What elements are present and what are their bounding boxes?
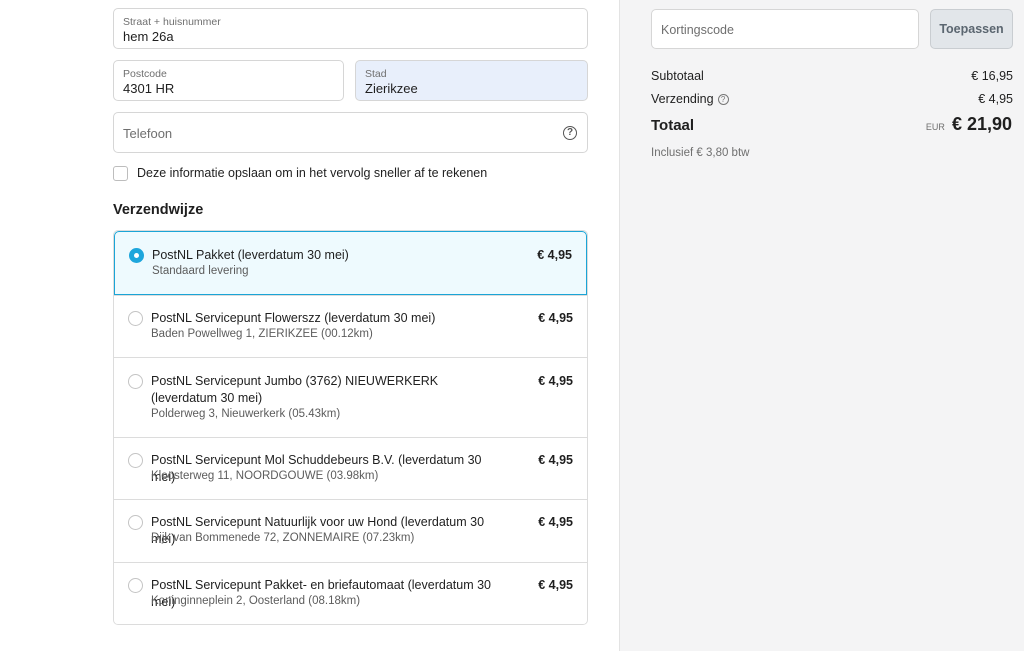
street-label: Straat + huisnummer [123,16,221,28]
street-value: hem 26a [123,29,174,44]
apply-discount-button[interactable]: Toepassen [930,9,1013,49]
shipping-option-detail: Koninginneplein 2, Oosterland (08.18km) [151,595,361,607]
shipping-cost-row: Verzending? € 4,95 [651,92,1013,106]
postcode-label: Postcode [123,68,167,80]
shipping-option-price: € 4,95 [538,515,573,529]
shipping-option-title: PostNL Servicepunt Flowerszz (leverdatum… [151,311,436,325]
shipping-option-jumbo[interactable]: PostNL Servicepunt Jumbo (3762) NIEUWERK… [114,357,587,437]
postcode-field[interactable]: Postcode 4301 HR [113,60,344,101]
shipping-methods-list: PostNL Pakket (leverdatum 30 mei) Standa… [113,230,588,625]
shipping-radio[interactable] [128,311,143,326]
phone-placeholder: Telefoon [123,126,173,141]
shipping-option-price: € 4,95 [538,374,573,388]
shipping-option-detail: Standaard levering [152,265,249,277]
shipping-option-title: PostNL Pakket (leverdatum 30 mei) [152,248,349,262]
checkout-form: Straat + huisnummer hem 26a Postcode 430… [0,0,619,651]
save-info-label: Deze informatie opslaan om in het vervol… [137,166,488,180]
shipping-section-title: Verzendwijze [113,202,204,218]
shipping-cost-label: Verzending [651,92,714,106]
shipping-radio[interactable] [128,515,143,530]
subtotal-label: Subtotaal [651,69,704,83]
checkout-page: Straat + huisnummer hem 26a Postcode 430… [0,0,1024,651]
shipping-option-title: PostNL Servicepunt Jumbo (3762) NIEUWERK… [151,374,439,405]
total-label: Totaal [651,117,695,134]
shipping-option-price: € 4,95 [538,453,573,467]
question-circle-icon[interactable]: ? [717,94,729,105]
discount-code-input[interactable]: Kortingscode [651,9,919,49]
shipping-option-pakket-briefautomaat[interactable]: PostNL Servicepunt Pakket- en briefautom… [114,562,587,624]
shipping-radio[interactable] [128,453,143,468]
total-amount: € 21,90 [951,114,1012,134]
phone-field[interactable]: Telefoon ? [113,112,588,153]
shipping-option-price: € 4,95 [537,248,572,262]
shipping-cost-value: € 4,95 [978,92,1013,106]
shipping-radio-selected[interactable] [129,248,144,263]
shipping-option-mol-schuddebeurs[interactable]: PostNL Servicepunt Mol Schuddebeurs B.V.… [114,437,587,499]
shipping-option-natuurlijk-hond[interactable]: PostNL Servicepunt Natuurlijk voor uw Ho… [114,499,587,562]
shipping-option-price: € 4,95 [538,578,573,592]
shipping-option-detail: Dijk van Bommenede 72, ZONNEMAIRE (07.23… [151,532,415,544]
shipping-option-detail: Kloosterweg 11, NOORDGOUWE (03.98km) [151,470,379,482]
order-summary: Kortingscode Toepassen Subtotaal € 16,95… [619,0,1024,651]
shipping-option-postnl-pakket[interactable]: PostNL Pakket (leverdatum 30 mei) Standa… [114,231,587,295]
shipping-option-flowerszz[interactable]: PostNL Servicepunt Flowerszz (leverdatum… [114,295,587,357]
city-value: Zierikzee [365,81,418,96]
discount-code-placeholder: Kortingscode [661,23,734,37]
shipping-option-price: € 4,95 [538,311,573,325]
tax-note: Inclusief € 3,80 btw [651,147,750,159]
save-info-row[interactable]: Deze informatie opslaan om in het vervol… [113,165,487,181]
subtotal-row: Subtotaal € 16,95 [651,69,1013,83]
question-circle-icon[interactable]: ? [563,126,577,140]
total-value-group: EUR € 21,90 [926,114,1012,135]
shipping-radio[interactable] [128,374,143,389]
street-field[interactable]: Straat + huisnummer hem 26a [113,8,588,49]
save-info-checkbox[interactable] [113,165,128,181]
shipping-option-detail: Baden Powellweg 1, ZIERIKZEE (00.12km) [151,328,373,340]
shipping-option-detail: Polderweg 3, Nieuwerkerk (05.43km) [151,408,341,420]
city-label: Stad [365,68,387,80]
currency-code: EUR [925,122,945,132]
postcode-value: 4301 HR [123,81,175,96]
subtotal-value: € 16,95 [971,69,1013,83]
shipping-radio[interactable] [128,578,143,593]
city-field[interactable]: Stad Zierikzee [355,60,588,101]
